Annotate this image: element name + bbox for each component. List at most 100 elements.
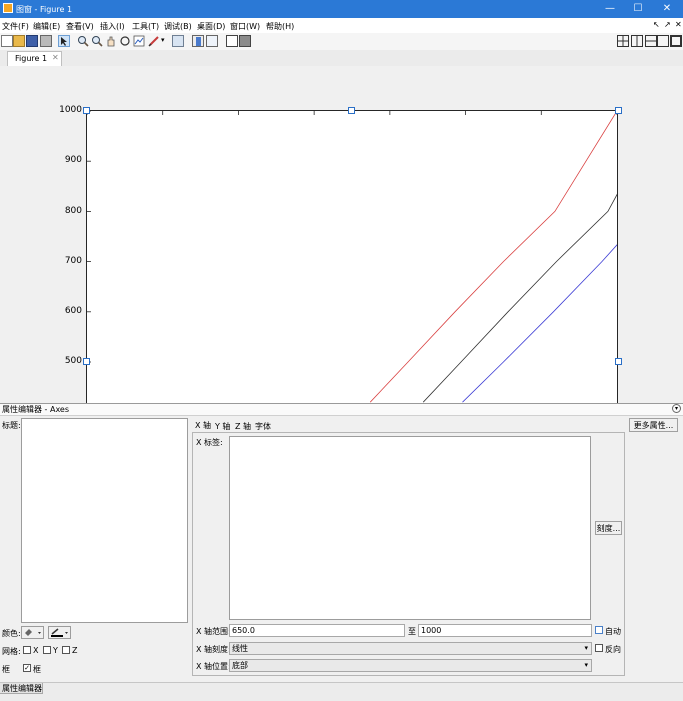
xscale-value: 线性: [232, 644, 248, 653]
grid-y-checkbox[interactable]: [43, 646, 51, 654]
ticks-button[interactable]: 刻度...: [595, 521, 622, 535]
ytick-label: 1000: [59, 105, 82, 115]
data-cursor-icon[interactable]: [133, 35, 145, 47]
selection-handle[interactable]: [615, 358, 622, 365]
tab-font[interactable]: 字体: [255, 421, 271, 432]
xloc-select[interactable]: 底部 ▾: [229, 659, 592, 672]
maximize-tile-icon[interactable]: [670, 35, 682, 47]
menu-insert[interactable]: 插入(I): [100, 21, 125, 32]
xloc-label: X 轴位置:: [196, 662, 231, 671]
grid-z-label: Z: [72, 646, 78, 655]
menu-file[interactable]: 文件(F): [2, 21, 29, 32]
document-tab-bar: Figure 1 ✕: [0, 50, 683, 67]
ytick-label: 800: [64, 206, 82, 216]
title-textarea[interactable]: [21, 418, 188, 623]
reverse-checkbox[interactable]: [595, 644, 603, 652]
title-label: 标题:: [2, 421, 21, 430]
new-icon[interactable]: [1, 35, 13, 47]
menu-view[interactable]: 查看(V): [66, 21, 94, 32]
edge-color-picker[interactable]: [48, 626, 71, 639]
ytick-label: 900: [64, 155, 82, 165]
hide-plot-tools-icon[interactable]: [226, 35, 238, 47]
colorbar-icon[interactable]: [192, 35, 204, 47]
grid-y-label: Y: [53, 646, 58, 655]
series-line-2[interactable]: [422, 111, 617, 403]
tile-grid-icon[interactable]: [617, 35, 629, 47]
reverse-label: 反向: [605, 645, 621, 654]
rotate-icon[interactable]: [119, 35, 131, 47]
auto-checkbox[interactable]: [595, 626, 603, 634]
xlabel-label: X 标签:: [196, 438, 223, 447]
ytick-label: 500: [64, 356, 82, 366]
tab-y-axis[interactable]: Y 轴: [215, 421, 230, 432]
show-plot-tools-icon[interactable]: [239, 35, 251, 47]
chevron-down-icon[interactable]: ▾: [161, 36, 165, 44]
status-bar: 属性编辑器: [0, 682, 683, 701]
zoom-out-icon[interactable]: [91, 35, 103, 47]
box-checkbox[interactable]: ✓: [23, 664, 31, 672]
brush-icon[interactable]: [148, 35, 160, 47]
box-label: 框: [2, 665, 10, 674]
plot-area: [87, 111, 617, 403]
series-line-3[interactable]: [462, 111, 618, 403]
xlim-to-label: 至: [408, 627, 416, 636]
close-icon[interactable]: ✕: [651, 0, 683, 18]
pan-icon[interactable]: [105, 35, 117, 47]
zoom-in-icon[interactable]: [77, 35, 89, 47]
close-icon[interactable]: ✕: [52, 53, 59, 62]
menu-edit[interactable]: 编辑(E): [33, 21, 60, 32]
xlabel-textarea[interactable]: [229, 436, 591, 620]
undock-icon[interactable]: ↖: [653, 20, 660, 29]
close-figure-icon[interactable]: ✕: [675, 20, 682, 29]
open-icon[interactable]: [13, 35, 25, 47]
selection-handle[interactable]: [83, 358, 90, 365]
menu-debug[interactable]: 调试(B): [164, 21, 192, 32]
face-color-picker[interactable]: [21, 626, 44, 639]
title-bar: 图窗 - Figure 1 — ☐ ✕: [0, 0, 683, 18]
menu-help[interactable]: 帮助(H): [266, 21, 294, 32]
axes[interactable]: [86, 110, 618, 403]
float-icon[interactable]: [657, 35, 669, 47]
grid-label: 网格:: [2, 647, 21, 656]
xlim-min-input[interactable]: 650.0: [229, 624, 405, 637]
matlab-figure-icon: [3, 3, 13, 13]
tile-rows-icon[interactable]: [645, 35, 657, 47]
ytick-label: 600: [64, 306, 82, 316]
grid-z-checkbox[interactable]: [62, 646, 70, 654]
pointer-icon[interactable]: [58, 35, 70, 47]
grid-x-checkbox[interactable]: [23, 646, 31, 654]
link-icon[interactable]: [172, 35, 184, 47]
tab-figure-1[interactable]: Figure 1 ✕: [7, 51, 62, 66]
tile-columns-icon[interactable]: [631, 35, 643, 47]
property-editor-tab[interactable]: 属性编辑器: [0, 683, 43, 694]
dock-icon[interactable]: ↗: [664, 20, 671, 29]
xlim-max-input[interactable]: 1000: [418, 624, 592, 637]
series-line-1[interactable]: [369, 111, 617, 403]
tab-z-axis[interactable]: Z 轴: [235, 421, 251, 432]
tab-x-axis[interactable]: X 轴: [195, 420, 211, 431]
tab-label: Figure 1: [15, 54, 48, 63]
selection-handle[interactable]: [348, 107, 355, 114]
color-label: 颜色:: [2, 629, 21, 638]
xscale-select[interactable]: 线性 ▾: [229, 642, 592, 655]
more-properties-button[interactable]: 更多属性...: [629, 418, 678, 432]
menu-window[interactable]: 窗口(W): [230, 21, 260, 32]
xlim-label: X 轴范围:: [196, 627, 231, 636]
collapse-icon[interactable]: ▾: [672, 404, 681, 413]
left-ticks: [87, 111, 91, 363]
legend-icon[interactable]: [206, 35, 218, 47]
menu-desktop[interactable]: 桌面(D): [197, 21, 225, 32]
save-icon[interactable]: [26, 35, 38, 47]
property-editor-title: 属性编辑器 - Axes: [2, 405, 70, 414]
selection-handle[interactable]: [83, 107, 90, 114]
xscale-label: X 轴刻度:: [196, 645, 231, 654]
print-icon[interactable]: [40, 35, 52, 47]
selection-handle[interactable]: [615, 107, 622, 114]
plot-lines: [369, 111, 618, 403]
maximize-icon[interactable]: ☐: [622, 0, 654, 18]
menu-tools[interactable]: 工具(T): [132, 21, 159, 32]
ytick-label: 700: [64, 256, 82, 266]
auto-label: 自动: [605, 627, 621, 636]
xloc-value: 底部: [232, 661, 248, 670]
figure-canvas: 1000 900 800 700 600 500: [0, 66, 683, 403]
